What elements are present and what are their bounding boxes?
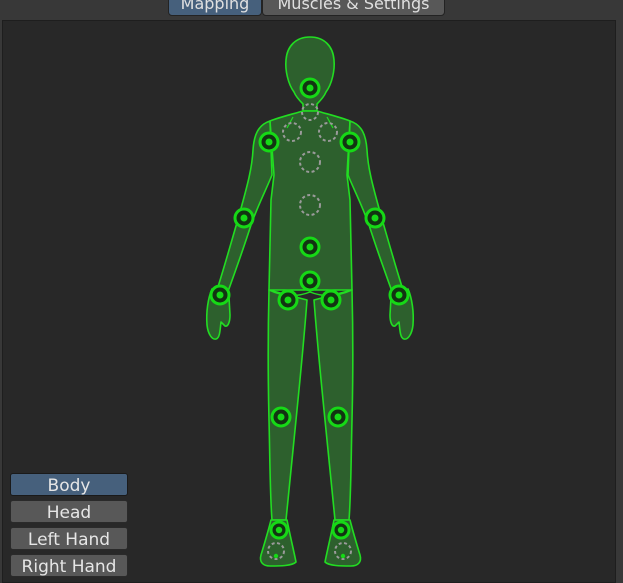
left-leg-silhouette[interactable] <box>267 289 308 521</box>
torso-silhouette[interactable] <box>268 110 353 291</box>
right-leg-silhouette[interactable] <box>313 289 354 521</box>
bone-spine[interactable] <box>299 236 321 258</box>
body-view-selector: Body Head Left Hand Right Hand <box>10 473 130 581</box>
left-hand-view-button[interactable]: Left Hand <box>10 527 128 550</box>
bone-left-upper-arm[interactable] <box>258 131 280 153</box>
bone-head[interactable] <box>299 77 321 99</box>
bone-right-foot[interactable] <box>331 520 351 540</box>
bone-right-upper-arm[interactable] <box>339 131 361 153</box>
right-hand-view-button[interactable]: Right Hand <box>10 554 128 577</box>
bone-left-hand[interactable] <box>209 284 231 306</box>
head-view-button[interactable]: Head <box>10 500 128 523</box>
head-silhouette[interactable] <box>285 36 335 112</box>
bone-left-lower-arm[interactable] <box>233 207 255 229</box>
toe-dot <box>340 553 346 559</box>
body-view-button[interactable]: Body <box>10 473 128 496</box>
bone-left-lower-leg[interactable] <box>270 406 292 428</box>
bone-right-lower-leg[interactable] <box>327 406 349 428</box>
bone-left-upper-leg[interactable] <box>277 289 299 311</box>
bone-hips[interactable] <box>299 270 321 292</box>
bone-right-upper-leg[interactable] <box>320 289 342 311</box>
toe-dot <box>273 553 279 559</box>
bone-left-foot[interactable] <box>269 520 289 540</box>
bone-right-lower-arm[interactable] <box>364 207 386 229</box>
bone-right-hand[interactable] <box>388 284 410 306</box>
